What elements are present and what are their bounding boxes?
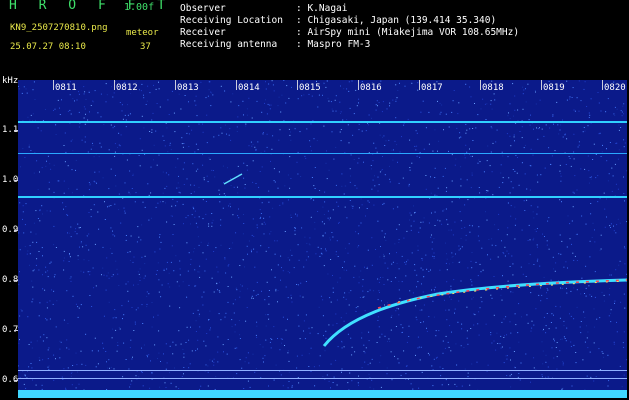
x-tick-label: 0815 [298,83,322,93]
x-tick-label: 0818 [481,83,505,93]
bottom-noise-bar [18,390,627,398]
meteor-trace [322,278,627,347]
observer-label: Observer [180,3,226,14]
mode-label: meteor [126,28,159,38]
observer-value: : K.Nagai [296,3,348,14]
receiver-label: Receiver [180,27,226,38]
short-echo-trace [223,173,243,185]
x-tick-label: 0820 [603,83,627,93]
x-tick-label: 0819 [542,83,566,93]
antenna-label: Receiving antenna [180,39,278,50]
antenna-value: : Maspro FM-3 [296,39,371,50]
filename-label: KN9_2507270810.png [10,23,108,33]
meteor-warm-trace [397,280,627,303]
x-tick-label: 0817 [420,83,444,93]
version-label: 1.00f [124,2,155,13]
meteor-hot-trace [377,279,627,309]
datetime-label: 25.07.27 08:10 [10,42,86,52]
spectrogram-panel: 0811 0812 0813 0814 0815 0816 0817 0818 … [18,80,627,398]
echo-overlay [223,173,627,347]
y-unit-label: kHz [2,76,19,86]
receiver-value: : AirSpy mini (Miakejima VOR 108.65MHz) [296,27,520,38]
x-tick-label: 0814 [237,83,261,93]
x-tick-label: 0816 [359,83,383,93]
meteor-count: 37 [140,42,151,52]
header-panel: H R O F F T 1.00f KN9_2507270810.png met… [0,0,629,75]
x-tick-label: 0811 [54,83,78,93]
x-tick-label: 0812 [115,83,139,93]
location-label: Receiving Location [180,15,283,26]
location-value: : Chigasaki, Japan (139.414 35.340) [296,15,497,26]
x-tick-label: 0813 [176,83,200,93]
